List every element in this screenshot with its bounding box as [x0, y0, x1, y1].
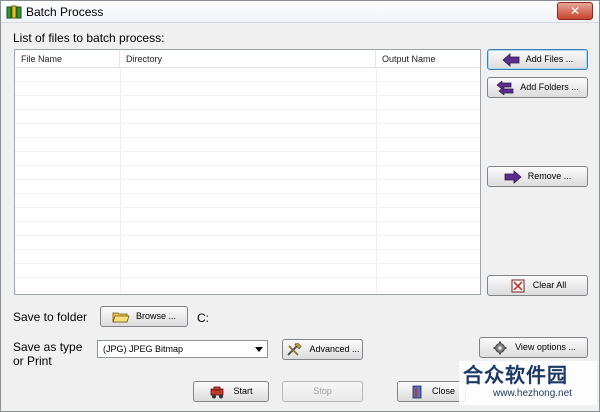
gear-icon: [493, 341, 507, 354]
table-row: [15, 208, 480, 222]
arrow-right-icon: [504, 169, 522, 184]
table-row: [15, 110, 480, 124]
table-row: [15, 236, 480, 250]
remove-label: Remove ...: [527, 171, 572, 181]
window-close-button[interactable]: ✕: [557, 2, 593, 20]
close-button[interactable]: Close: [397, 381, 466, 402]
start-label: Start: [233, 386, 253, 396]
table-row: [15, 166, 480, 180]
table-row: [15, 138, 480, 152]
column-header-output-name[interactable]: Output Name: [376, 50, 480, 68]
remove-button[interactable]: Remove ...: [487, 166, 588, 187]
table-row: [15, 68, 480, 82]
table-row: [15, 194, 480, 208]
table-row: [15, 152, 480, 166]
browse-button[interactable]: Browse ...: [100, 306, 188, 327]
add-files-label: Add Files ...: [525, 54, 574, 64]
save-as-type-label: Save as type: [13, 340, 83, 354]
clear-all-button[interactable]: Clear All: [487, 275, 588, 296]
exit-door-icon: [412, 385, 422, 398]
save-to-folder-label: Save to folder: [13, 310, 88, 324]
stop-label: Stop: [313, 386, 332, 396]
add-files-button[interactable]: Add Files ...: [487, 49, 588, 70]
view-options-button[interactable]: View options ...: [479, 337, 588, 358]
site-watermark: 合众软件园 www.hezhong.net: [459, 361, 597, 405]
table-row: [15, 278, 480, 292]
table-row: [15, 82, 480, 96]
batch-process-window: Batch Process ✕ List of files to batch p…: [0, 0, 600, 412]
advanced-label: Advanced ...: [309, 344, 360, 354]
add-folders-label: Add Folders ...: [520, 82, 579, 92]
double-arrow-left-icon: [496, 80, 514, 95]
table-row: [15, 96, 480, 110]
column-header-file-name[interactable]: File Name: [15, 50, 120, 68]
view-options-label: View options ...: [515, 342, 576, 352]
clear-x-icon: [511, 279, 525, 292]
table-row: [15, 124, 480, 138]
table-row: [15, 222, 480, 236]
stop-button[interactable]: Stop: [282, 381, 363, 402]
folder-open-icon: [112, 312, 130, 322]
output-folder-path: C:: [197, 311, 209, 325]
advanced-button[interactable]: Advanced ...: [282, 339, 363, 360]
or-print-label: or Print: [13, 354, 52, 368]
title-bar: Batch Process ✕: [1, 1, 599, 23]
window-title: Batch Process: [26, 5, 104, 19]
file-list-header: File Name Directory Output Name: [15, 50, 480, 68]
list-label: List of files to batch process:: [13, 31, 165, 45]
watermark-title: 合众软件园: [463, 365, 568, 387]
clear-all-label: Clear All: [532, 280, 567, 290]
file-list-table[interactable]: File Name Directory Output Name: [14, 49, 481, 295]
column-header-directory[interactable]: Directory: [120, 50, 376, 68]
browse-label: Browse ...: [135, 311, 176, 321]
file-list-body: [15, 68, 480, 294]
start-engine-icon: [211, 386, 224, 398]
table-row: [15, 264, 480, 278]
watermark-url: www.hezhong.net: [493, 388, 572, 399]
save-as-type-select[interactable]: (JPG) JPEG Bitmap: [97, 340, 268, 358]
save-as-type-value: (JPG) JPEG Bitmap: [103, 344, 184, 354]
arrow-left-icon: [502, 52, 520, 67]
tools-icon: [287, 342, 303, 356]
app-icon: [6, 5, 22, 19]
table-row: [15, 180, 480, 194]
add-folders-button[interactable]: Add Folders ...: [487, 77, 588, 98]
chevron-down-icon[interactable]: [251, 341, 267, 357]
table-row: [15, 250, 480, 264]
start-button[interactable]: Start: [193, 381, 269, 402]
close-label: Close: [431, 386, 455, 396]
